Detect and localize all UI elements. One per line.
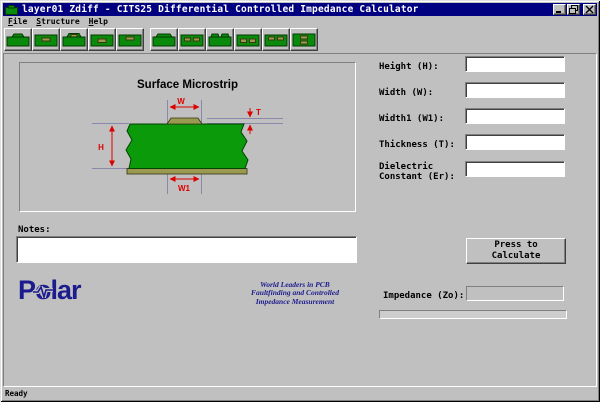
toolbar-button-dual-stripline[interactable] xyxy=(116,28,144,51)
client-area: Surface Microstrip xyxy=(3,53,597,387)
dielectric-input[interactable] xyxy=(465,161,565,177)
application-window: layer01 Zdiff - CITS25 Differential Cont… xyxy=(0,0,600,402)
logo-letter-o: o xyxy=(35,277,51,304)
pcb-substrate xyxy=(126,124,248,169)
minimize-icon xyxy=(555,5,564,14)
minimize-button[interactable] xyxy=(553,4,566,15)
broadside-coupled-stripline-icon xyxy=(292,32,316,48)
height-input[interactable] xyxy=(465,56,565,72)
dim-label-t: T xyxy=(256,108,261,117)
pulse-wave-icon xyxy=(33,286,53,298)
thickness-label: Thickness (T): xyxy=(379,140,455,150)
width1-input[interactable] xyxy=(465,108,565,124)
dielectric-label-line2: Constant (Er): xyxy=(379,172,455,182)
toolbar-button-stripline[interactable] xyxy=(88,28,116,51)
dim-label-w1: W1 xyxy=(178,184,191,193)
brand-tagline: World Leaders in PCB Faultfinding and Co… xyxy=(233,281,357,306)
progress-bar xyxy=(379,310,567,319)
notes-label: Notes: xyxy=(18,225,51,235)
polar-logo: P o lar xyxy=(18,277,81,304)
toolbar-button-embedded-microstrip[interactable] xyxy=(32,28,60,51)
app-icon xyxy=(5,5,18,15)
structure-diagram-panel: Surface Microstrip xyxy=(19,62,356,212)
title-bar[interactable]: layer01 Zdiff - CITS25 Differential Cont… xyxy=(3,3,597,16)
dielectric-label-line1: Dielectric xyxy=(379,162,433,172)
toolbar-button-diff-coated-microstrip[interactable] xyxy=(206,28,234,51)
close-button[interactable] xyxy=(583,4,596,15)
tagline-line3: Impedance Measurement xyxy=(233,298,357,306)
close-icon xyxy=(585,5,594,14)
restore-button[interactable] xyxy=(567,4,580,15)
width-input[interactable] xyxy=(465,82,565,98)
width1-label: Width1 (W1): xyxy=(379,114,444,124)
dual-stripline-icon xyxy=(118,32,142,48)
status-text: Ready xyxy=(5,389,28,398)
restore-icon xyxy=(569,5,578,14)
calculate-button-label-line1: Press to xyxy=(467,240,565,251)
diff-dual-stripline-icon xyxy=(264,32,288,48)
embedded-microstrip-icon xyxy=(34,32,58,48)
toolbar-button-diff-stripline[interactable] xyxy=(234,28,262,51)
calculate-button[interactable]: Press to Calculate xyxy=(466,238,566,264)
dim-label-h: H xyxy=(98,143,104,152)
ground-plane xyxy=(127,169,247,175)
diff-embedded-microstrip-icon xyxy=(180,32,204,48)
toolbar-button-coated-microstrip[interactable] xyxy=(60,28,88,51)
surface-microstrip-icon xyxy=(6,32,30,48)
status-bar: Ready xyxy=(3,388,597,399)
thickness-input[interactable] xyxy=(465,134,565,150)
coated-microstrip-icon xyxy=(62,32,86,48)
impedance-output-field xyxy=(466,286,564,301)
width-label: Width (W): xyxy=(379,88,433,98)
signal-trace xyxy=(167,118,202,124)
diff-surface-microstrip-icon xyxy=(152,32,176,48)
diff-coated-microstrip-icon xyxy=(208,32,232,48)
dim-label-w: W xyxy=(177,97,185,106)
toolbar-button-diff-dual-stripline[interactable] xyxy=(262,28,290,51)
toolbar-button-broadside-coupled-stripline[interactable] xyxy=(290,28,318,51)
stripline-icon xyxy=(90,32,114,48)
cross-section-diagram: W T H W1 xyxy=(20,63,355,211)
impedance-label: Impedance (Zo): xyxy=(383,291,464,301)
diff-stripline-icon xyxy=(236,32,260,48)
toolbar-button-diff-embedded-microstrip[interactable] xyxy=(178,28,206,51)
logo-letters-lar: lar xyxy=(51,277,81,304)
structure-toolbar xyxy=(4,28,318,52)
notes-textarea[interactable] xyxy=(16,236,357,263)
height-label: Height (H): xyxy=(379,62,439,72)
window-title: layer01 Zdiff - CITS25 Differential Cont… xyxy=(22,4,419,15)
calculate-button-label-line2: Calculate xyxy=(467,251,565,262)
toolbar-button-surface-microstrip[interactable] xyxy=(4,28,32,51)
toolbar-button-diff-surface-microstrip[interactable] xyxy=(150,28,178,51)
